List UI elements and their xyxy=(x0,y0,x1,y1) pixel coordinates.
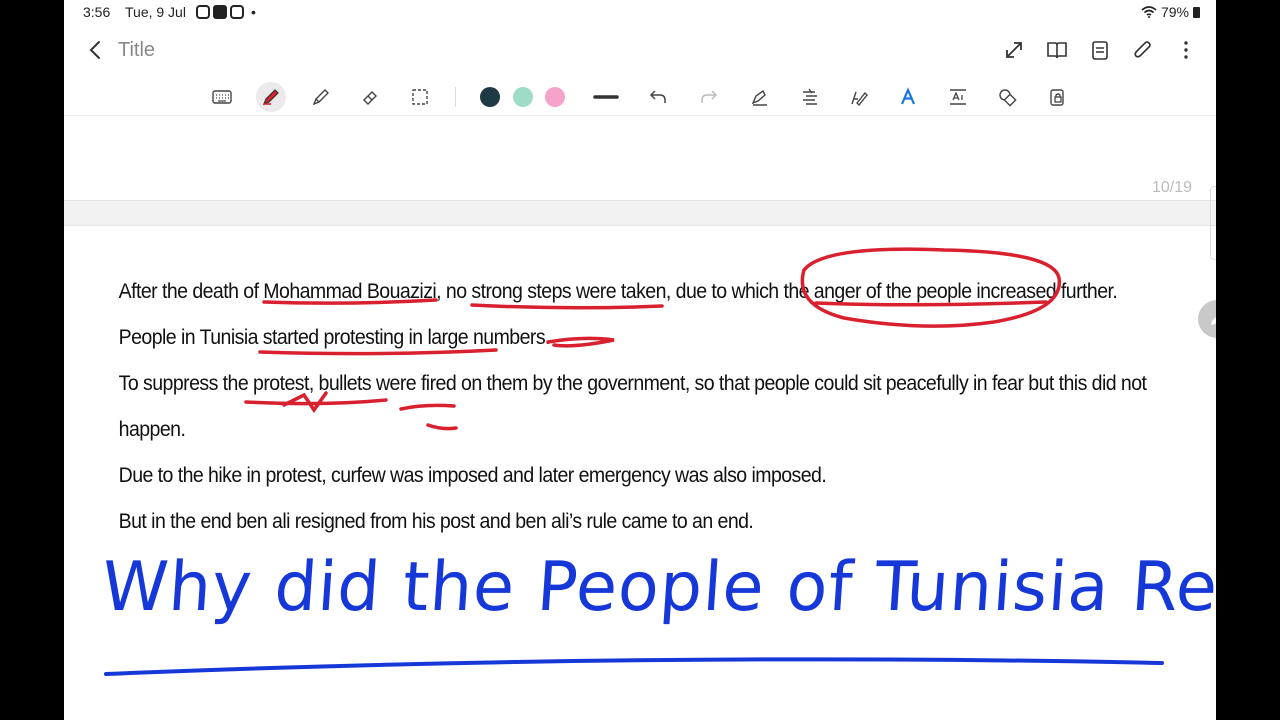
note-title[interactable]: Title xyxy=(118,39,155,62)
color-swatch-mint[interactable] xyxy=(513,87,533,107)
line-thickness-icon[interactable] xyxy=(591,82,621,112)
color-swatch-pink[interactable] xyxy=(545,87,565,107)
notification-icons: • xyxy=(196,4,256,20)
keyboard-icon[interactable] xyxy=(207,82,237,112)
text-line: To suppress the protest, bullets were fi… xyxy=(118,372,1147,395)
text-box-icon[interactable] xyxy=(943,82,973,112)
redo-icon[interactable] xyxy=(694,82,724,112)
battery-percent: 79% xyxy=(1160,4,1189,20)
book-view-icon[interactable] xyxy=(1045,38,1069,62)
highlighter-icon[interactable] xyxy=(306,82,336,112)
text-style-icon[interactable] xyxy=(893,82,923,112)
lasso-select-icon[interactable] xyxy=(405,82,435,112)
text-line: After the death of Mohammad Bouazizi, no… xyxy=(118,280,1118,303)
app-bar: Title xyxy=(64,28,1216,74)
lock-icon[interactable] xyxy=(1042,82,1072,112)
instagram-icon xyxy=(230,5,244,19)
text-pen-icon[interactable] xyxy=(844,82,874,112)
heading-underline xyxy=(104,657,1164,676)
notes-app: 3:56 Tue, 9 Jul • 79% Title 10/19 After … xyxy=(64,0,1216,720)
edit-fab[interactable] xyxy=(1198,300,1216,338)
eraser-icon[interactable] xyxy=(355,82,385,112)
youtube-icon xyxy=(213,5,227,19)
document-body: After the death of Mohammad Bouazizi, no… xyxy=(114,258,1166,545)
wifi-icon xyxy=(1141,6,1157,18)
page-counter: 10/19 xyxy=(1151,179,1192,196)
toolbar-divider xyxy=(455,87,456,107)
status-right: 79% xyxy=(1141,4,1200,20)
pen-icon[interactable] xyxy=(256,82,286,112)
shape-pen-icon[interactable] xyxy=(745,82,775,112)
shapes-icon[interactable] xyxy=(992,82,1022,112)
more-options-icon[interactable] xyxy=(1174,38,1198,62)
page-separator xyxy=(64,200,1216,226)
text-line: happen. xyxy=(118,418,186,441)
drawing-toolbar xyxy=(64,78,1216,116)
status-bar: 3:56 Tue, 9 Jul • 79% xyxy=(64,0,1216,24)
expand-icon[interactable] xyxy=(1002,38,1026,62)
battery-icon xyxy=(1193,6,1200,18)
handwritten-heading: Why did the People of Tunisia Revolt? xyxy=(99,548,1216,627)
back-arrow-icon[interactable] xyxy=(84,38,108,62)
status-time: 3:56 xyxy=(83,4,111,20)
undo-icon[interactable] xyxy=(643,82,673,112)
attach-icon[interactable] xyxy=(1131,38,1155,62)
page-layout-icon[interactable] xyxy=(1088,38,1112,62)
color-swatch-dark[interactable] xyxy=(480,87,500,107)
scrollbar[interactable] xyxy=(1210,186,1216,260)
status-date: Tue, 9 Jul xyxy=(125,4,186,20)
instagram-icon xyxy=(196,5,210,19)
text-line: But in the end ben ali resigned from his… xyxy=(118,510,754,533)
notification-dot: • xyxy=(251,4,256,20)
text-line: Due to the hike in protest, curfew was i… xyxy=(118,464,827,487)
text-line: People in Tunisia started protesting in … xyxy=(118,326,551,349)
align-text-icon[interactable] xyxy=(795,82,825,112)
app-actions xyxy=(1002,38,1198,62)
